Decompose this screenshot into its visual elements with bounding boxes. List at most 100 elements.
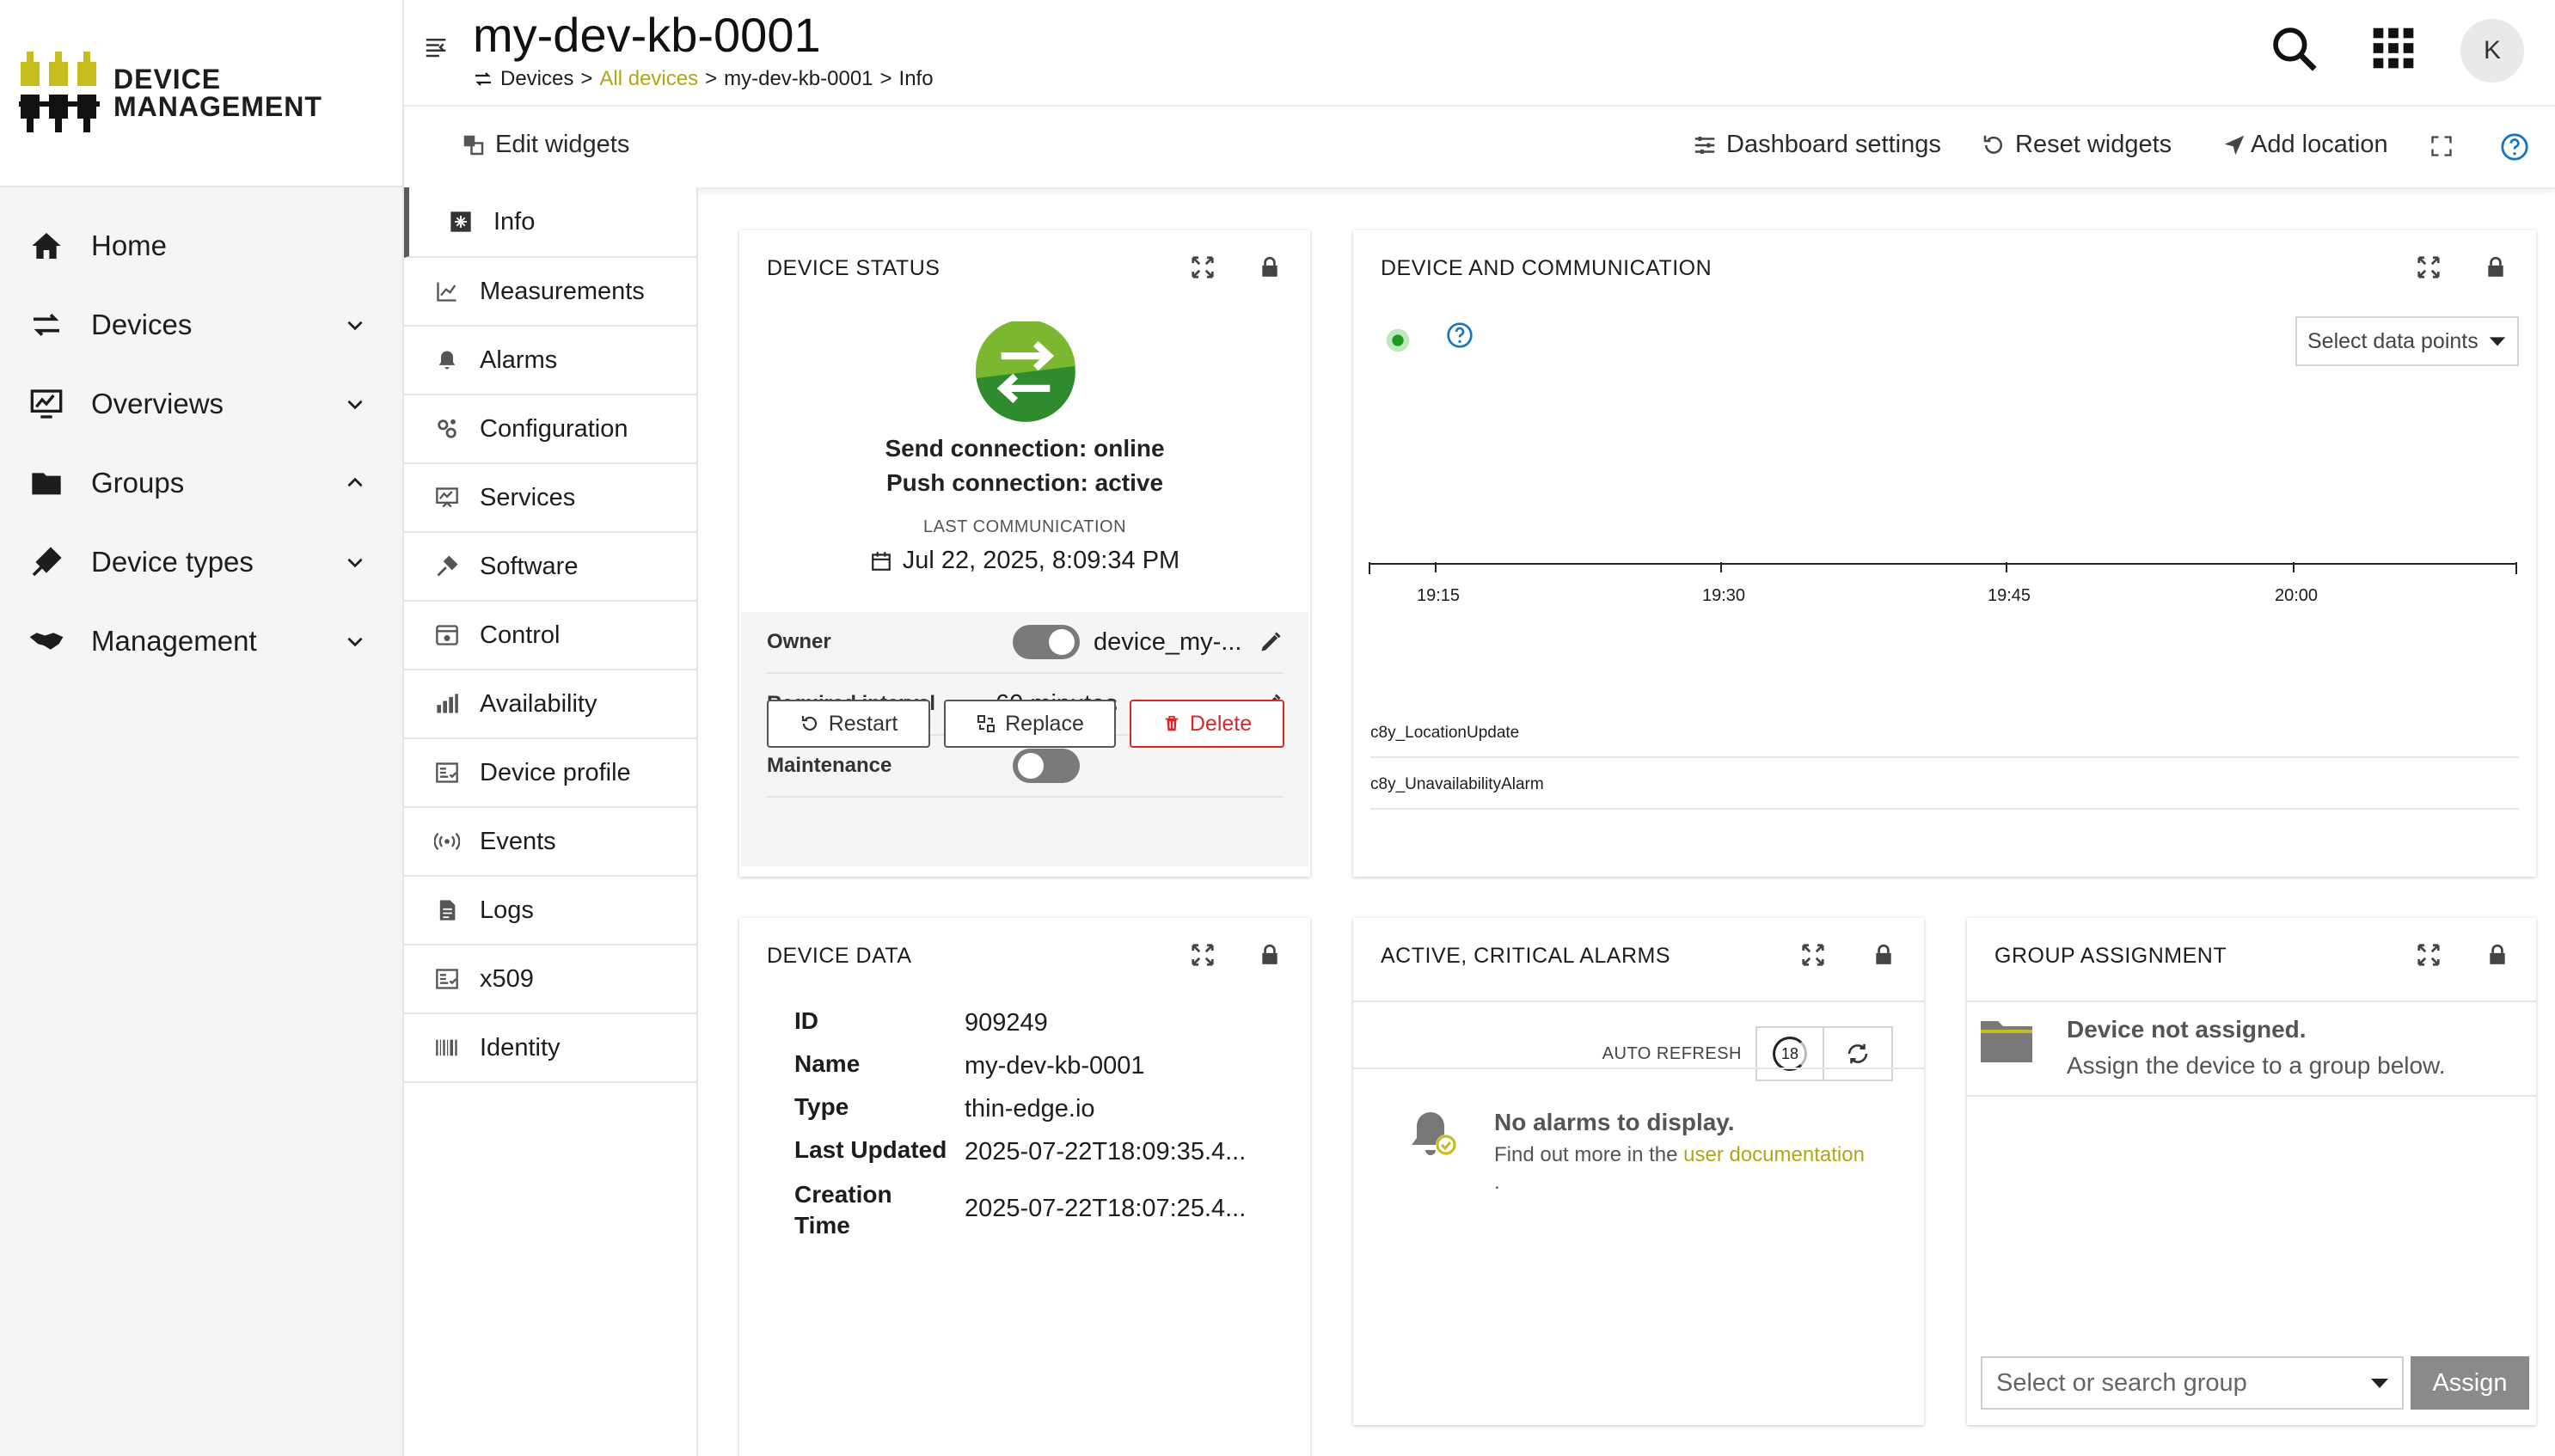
overviews-icon [28, 385, 65, 423]
series-track [1370, 756, 2519, 758]
refresh-button[interactable] [1824, 1026, 1893, 1081]
select-data-points-label: Select data points [2307, 328, 2478, 353]
expand-icon[interactable] [2416, 942, 2442, 968]
help-icon[interactable] [2500, 132, 2529, 162]
location-arrow-icon [2224, 135, 2245, 155]
software-icon [433, 553, 461, 580]
expand-icon[interactable] [1800, 942, 1826, 968]
nav-item-overviews[interactable]: Overviews [0, 364, 402, 444]
breadcrumb-devices[interactable]: Devices [500, 67, 573, 91]
tab-label: Measurements [480, 277, 645, 305]
edit-owner-icon[interactable] [1259, 630, 1283, 654]
nav-item-devices[interactable]: Devices [0, 285, 402, 364]
page-title: my-dev-kb-0001 [473, 8, 821, 62]
restart-icon [801, 716, 817, 731]
restart-button[interactable]: Restart [767, 700, 930, 748]
user-documentation-link[interactable]: user documentation [1683, 1143, 1865, 1166]
expand-icon[interactable] [2416, 254, 2442, 280]
lock-icon[interactable] [1259, 254, 1281, 280]
nav-item-label: Groups [91, 467, 185, 499]
tab-label: x509 [480, 964, 534, 993]
add-location-button[interactable]: Add location [2221, 131, 2388, 159]
lock-icon[interactable] [2485, 254, 2507, 280]
lock-icon[interactable] [1872, 942, 1895, 968]
owner-label: Owner [767, 630, 831, 653]
connection-online-icon [976, 321, 1075, 422]
tab-alarms[interactable]: Alarms [404, 327, 696, 395]
calendar-icon [871, 551, 891, 571]
lock-icon[interactable] [1259, 942, 1281, 968]
brand-logo[interactable]: DEVICE MANAGEMENT [0, 0, 402, 187]
tab-label: Control [480, 621, 561, 649]
tab-configuration[interactable]: Configuration [404, 395, 696, 464]
app-switcher-icon[interactable] [2369, 24, 2417, 72]
chevron-up-icon [347, 477, 363, 487]
select-data-points-dropdown[interactable]: Select data points [2295, 316, 2519, 366]
nav-item-home[interactable]: Home [0, 206, 402, 285]
device-data-label: ID [794, 1007, 818, 1034]
breadcrumb-all-devices[interactable]: All devices [599, 67, 698, 91]
tab-availability[interactable]: Availability [404, 670, 696, 739]
breadcrumb-separator: > [580, 67, 593, 90]
tab-events[interactable]: Events [404, 808, 696, 877]
tab-services[interactable]: Services [404, 464, 696, 533]
maintenance-toggle[interactable] [1013, 749, 1080, 783]
no-alarms-text: Find out more in the user documentation [1494, 1143, 1865, 1167]
breadcrumb-info: Info [898, 67, 934, 90]
tab-control[interactable]: Control [404, 602, 696, 670]
nav-item-label: Devices [91, 309, 193, 340]
widget-title: DEVICE AND COMMUNICATION [1381, 256, 1713, 280]
edit-widgets-label: Edit widgets [495, 131, 630, 158]
expand-icon[interactable] [1190, 254, 1216, 280]
reset-widgets-button[interactable]: Reset widgets [1981, 131, 2172, 159]
group-select-dropdown[interactable]: Select or search group [1981, 1356, 2404, 1410]
help-icon[interactable] [1446, 321, 1474, 349]
tab-label: Services [480, 483, 576, 511]
tab-software[interactable]: Software [404, 533, 696, 602]
breadcrumb-device[interactable]: my-dev-kb-0001 [724, 67, 873, 91]
widget-title: DEVICE STATUS [767, 256, 941, 280]
device-data-value: my-dev-kb-0001 [965, 1052, 1145, 1080]
devices-icon [475, 72, 491, 86]
auto-refresh-timer[interactable]: 18 [1755, 1026, 1824, 1081]
nav-item-management[interactable]: Management [0, 602, 402, 681]
bell-check-icon [1412, 1112, 1456, 1155]
tab-device-profile[interactable]: Device profile [404, 739, 696, 808]
delete-button[interactable]: Delete [1130, 700, 1284, 748]
dashboard-settings-button[interactable]: Dashboard settings [1692, 131, 1941, 159]
nav-item-device-types[interactable]: Device types [0, 523, 402, 602]
tab-logs[interactable]: Logs [404, 877, 696, 945]
device-management-logo-icon [19, 52, 100, 132]
owner-value: device_my-... [1094, 627, 1242, 656]
chevron-down-icon [347, 400, 363, 410]
chevron-down-icon [347, 637, 363, 647]
collapse-menu-icon[interactable] [423, 34, 449, 60]
nav-item-label: Home [91, 229, 168, 261]
search-icon[interactable] [2268, 22, 2321, 76]
timeline-axis [1369, 562, 2517, 574]
certificate-icon [433, 965, 461, 993]
widget-title: ACTIVE, CRITICAL ALARMS [1381, 944, 1671, 968]
expand-icon[interactable] [1190, 942, 1216, 968]
device-data-label: Type [794, 1093, 849, 1120]
home-icon [28, 227, 65, 265]
brand-name: DEVICE MANAGEMENT [113, 65, 322, 120]
lock-icon[interactable] [2486, 942, 2509, 968]
owner-toggle[interactable] [1013, 625, 1080, 659]
nav-item-groups[interactable]: Groups [0, 444, 402, 523]
tab-measurements[interactable]: Measurements [404, 258, 696, 327]
send-connection-status: Send connection: online [885, 435, 1165, 462]
chevron-down-icon [347, 321, 363, 331]
no-alarms-title: No alarms to display. [1494, 1109, 1735, 1135]
user-avatar[interactable]: K [2460, 19, 2524, 83]
replace-button[interactable]: Replace [944, 700, 1116, 748]
edit-widgets-icon [463, 135, 484, 155]
tab-info[interactable]: Info [404, 187, 696, 258]
fullscreen-icon[interactable] [2429, 134, 2454, 158]
edit-widgets-button[interactable]: Edit widgets [461, 131, 629, 159]
auto-refresh-control: AUTO REFRESH 18 [1602, 1026, 1893, 1081]
assign-button[interactable]: Assign [2411, 1356, 2529, 1410]
tab-x509[interactable]: x509 [404, 945, 696, 1014]
tab-identity[interactable]: Identity [404, 1014, 696, 1083]
caret-down-icon [2489, 337, 2506, 346]
